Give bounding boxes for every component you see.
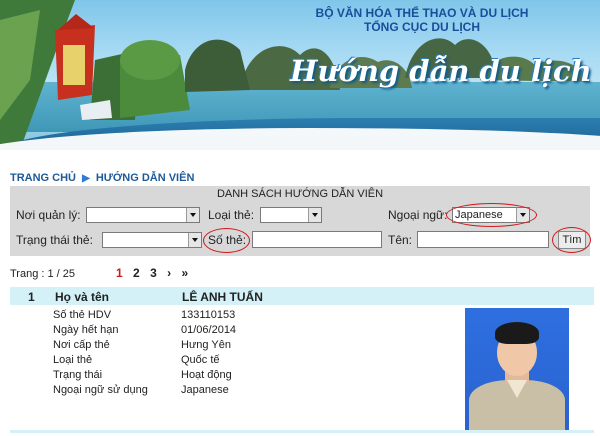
chevron-down-icon [516,208,529,222]
noi-quan-ly-select[interactable] [86,207,200,223]
photo-hair [495,322,539,344]
name-value: LÊ ANH TUẤN [182,290,263,304]
pagination-summary: Trang : 1 / 25 [10,268,76,280]
detail-row: Ngày hết hạn 01/06/2014 [53,323,236,338]
trang-thai-select[interactable] [102,232,202,248]
search-button[interactable]: Tìm [558,231,586,249]
page-link-1[interactable]: 1 [116,266,123,280]
detail-row: Ngoại ngữ sử dụng Japanese [53,383,236,398]
loai-the-label: Loại thẻ: [208,208,255,222]
guide-photo [465,308,569,432]
detail-value: Hoạt động [181,369,232,381]
pagination: 1 2 3 › » [116,266,195,280]
ngoai-ngu-value: Japanese [455,209,503,221]
organization-title: BỘ VĂN HÓA THỂ THAO VÀ DU LỊCH TỔNG CỤC … [272,6,572,34]
ten-input[interactable] [417,231,549,248]
header-banner: BỘ VĂN HÓA THỂ THAO VÀ DU LỊCH TỔNG CỤC … [0,0,600,150]
detail-row: Số thẻ HDV 133110153 [53,308,236,323]
detail-label: Trạng thái [53,369,103,381]
next-page-icon[interactable]: › [167,266,171,280]
result-header: 1 Họ và tên LÊ ANH TUẤN [10,287,594,305]
detail-label: Ngoại ngữ sử dụng [53,384,148,396]
trang-thai-label: Trạng thái thẻ: [16,233,93,247]
detail-value: 133110153 [181,309,236,321]
detail-value: 01/06/2014 [181,324,237,336]
chevron-down-icon [186,208,199,222]
so-the-label: Số thẻ: [208,233,247,247]
detail-row: Nơi cấp thẻ Hưng Yên [53,338,236,353]
detail-label: Số thẻ HDV [53,309,112,321]
page-link-3[interactable]: 3 [150,266,157,280]
result-details: Số thẻ HDV 133110153 Ngày hết hạn 01/06/20… [53,308,236,398]
breadcrumb-current-link[interactable]: HƯỚNG DẪN VIÊN [96,172,195,184]
result-footer-band [10,430,594,433]
ngoai-ngu-select[interactable]: Japanese [452,207,530,223]
search-panel-title: DANH SÁCH HƯỚNG DẪN VIÊN [216,188,384,200]
breadcrumb-arrow-icon: ▶ [82,173,90,184]
result-index: 1 [28,290,35,304]
loai-the-select[interactable] [260,207,322,223]
breadcrumb: TRANG CHỦ ▶ HƯỚNG DẪN VIÊN [10,172,194,184]
detail-label: Loại thẻ [53,354,93,366]
search-panel: DANH SÁCH HƯỚNG DẪN VIÊN Nơi quản lý: Lo… [10,186,591,256]
detail-value: Hưng Yên [181,339,231,351]
detail-label: Nơi cấp thẻ [53,339,110,351]
detail-row: Loại thẻ Quốc tế [53,353,236,368]
org-line-2: TỔNG CỤC DU LỊCH [364,20,480,34]
site-slogan: Hướng dẫn du lịch [290,54,592,88]
detail-value: Japanese [181,384,229,396]
last-page-icon[interactable]: » [181,266,188,280]
so-the-input[interactable] [252,231,382,248]
ten-label: Tên: [388,233,413,247]
chevron-down-icon [308,208,321,222]
noi-quan-ly-label: Nơi quản lý: [16,208,81,222]
detail-value: Quốc tế [181,354,220,366]
ngoai-ngu-label: Ngoại ngữ: [388,208,448,222]
chevron-down-icon [188,233,201,247]
page-link-2[interactable]: 2 [133,266,140,280]
breadcrumb-home-link[interactable]: TRANG CHỦ [10,172,76,184]
detail-row: Trạng thái Hoạt động [53,368,236,383]
org-line-1: BỘ VĂN HÓA THỂ THAO VÀ DU LỊCH [315,6,529,20]
name-label: Họ và tên [55,290,110,304]
detail-label: Ngày hết hạn [53,324,119,336]
